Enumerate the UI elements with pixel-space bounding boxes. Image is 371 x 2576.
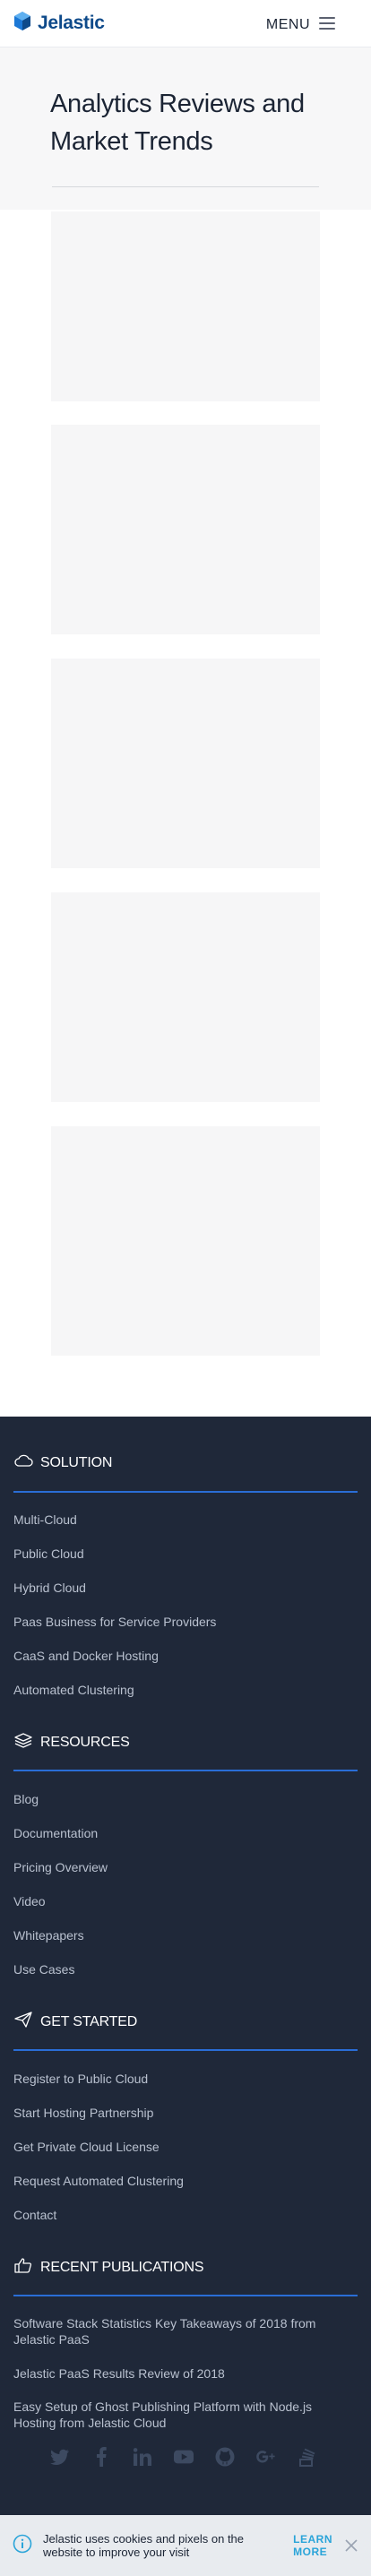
site-footer: SOLUTION Multi-Cloud Public Cloud Hybrid… (0, 1417, 371, 2518)
article-card-placeholder[interactable] (51, 425, 320, 634)
footer-link[interactable]: Automated Clustering (13, 1682, 134, 1698)
section-title: RECENT PUBLICATIONS (40, 2259, 204, 2275)
footer-link[interactable]: Whitepapers (13, 1927, 84, 1943)
hero: Analytics Reviews and Market Trends (0, 47, 371, 210)
publication-link[interactable]: Easy Setup of Ghost Publishing Platform … (13, 2399, 345, 2431)
google-plus-icon[interactable] (256, 2447, 276, 2467)
footer-link[interactable]: Request Automated Clustering (13, 2173, 184, 2189)
article-list (0, 210, 371, 1417)
divider (52, 186, 319, 187)
close-icon[interactable] (344, 2538, 358, 2553)
page-title: Analytics Reviews and Market Trends (50, 90, 305, 156)
learn-more-link[interactable]: LEARN MORE (293, 2533, 335, 2558)
linkedin-icon[interactable] (133, 2447, 152, 2467)
footer-section-get-started: GET STARTED (13, 2012, 137, 2032)
footer-link[interactable]: Video (13, 1893, 46, 1909)
hamburger-icon (319, 17, 335, 30)
youtube-icon[interactable] (174, 2447, 194, 2467)
publication-link[interactable]: Jelastic PaaS Results Review of 2018 (13, 2365, 345, 2382)
twitter-icon[interactable] (50, 2447, 70, 2467)
section-title: SOLUTION (40, 1454, 113, 1470)
footer-link[interactable]: Documentation (13, 1825, 98, 1841)
footer-link[interactable]: Use Cases (13, 1961, 74, 1977)
footer-link[interactable]: Blog (13, 1791, 39, 1807)
thumbs-up-icon (13, 2257, 33, 2278)
footer-link[interactable]: Pricing Overview (13, 1859, 108, 1875)
footer-link[interactable]: CaaS and Docker Hosting (13, 1648, 159, 1664)
section-divider (13, 1491, 358, 1493)
section-divider (13, 2295, 358, 2296)
menu-label: MENU (265, 17, 310, 32)
cookie-message: Jelastic uses cookies and pixels on the … (43, 2532, 245, 2559)
article-card-placeholder[interactable] (51, 1126, 320, 1356)
section-title: GET STARTED (40, 2013, 138, 2029)
cookie-banner: Jelastic uses cookies and pixels on the … (0, 2515, 371, 2576)
footer-link[interactable]: Paas Business for Service Providers (13, 1614, 216, 1630)
footer-link[interactable]: Get Private Cloud License (13, 2139, 160, 2155)
info-icon (13, 2534, 32, 2558)
section-divider (13, 1770, 358, 1771)
publication-link[interactable]: Software Stack Statistics Key Takeaways … (13, 2315, 345, 2348)
site-header: Jelastic MENU (0, 0, 371, 47)
footer-link[interactable]: Contact (13, 2207, 56, 2223)
article-card-placeholder[interactable] (51, 892, 320, 1102)
layers-icon (13, 1732, 33, 1753)
jelastic-logo-icon (13, 11, 32, 37)
menu-button[interactable]: MENU (266, 13, 335, 33)
footer-link[interactable]: Multi-Cloud (13, 1512, 77, 1528)
logo-text: Jelastic (38, 13, 105, 33)
social-links (50, 2447, 317, 2467)
footer-link[interactable]: Hybrid Cloud (13, 1580, 86, 1596)
facebook-icon[interactable] (91, 2447, 111, 2467)
paper-plane-icon (13, 2012, 33, 2032)
github-icon[interactable] (215, 2447, 235, 2467)
footer-link[interactable]: Public Cloud (13, 1546, 84, 1562)
article-card-placeholder[interactable] (51, 659, 320, 868)
section-title: RESOURCES (40, 1734, 130, 1750)
footer-section-recent-publications: RECENT PUBLICATIONS (13, 2257, 204, 2278)
article-card-placeholder[interactable] (51, 211, 320, 401)
section-divider (13, 2049, 358, 2051)
footer-link[interactable]: Register to Public Cloud (13, 2071, 148, 2087)
cloud-icon (13, 1453, 33, 1472)
logo[interactable]: Jelastic (13, 11, 105, 37)
footer-section-resources: RESOURCES (13, 1732, 130, 1753)
stackshare-icon[interactable] (298, 2447, 317, 2467)
footer-link[interactable]: Start Hosting Partnership (13, 2105, 153, 2121)
footer-section-solution: SOLUTION (13, 1453, 112, 1472)
